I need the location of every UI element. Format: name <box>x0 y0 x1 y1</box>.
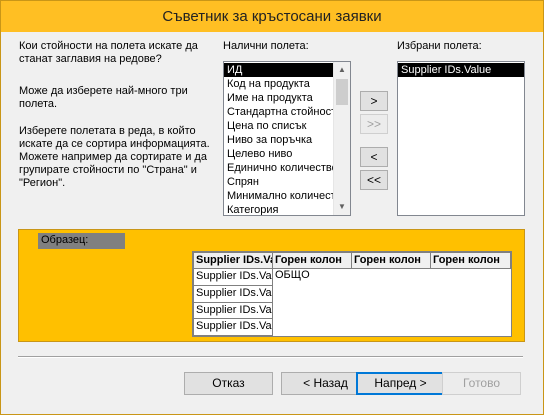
available-field-item[interactable]: Ниво за поръчка <box>224 133 333 147</box>
sample-preview: Образец: Supplier IDs.Value Горен колон … <box>18 229 525 342</box>
row-label-cell: Supplier IDs.Value <box>193 268 273 286</box>
available-field-item[interactable]: Стандартна стойност <box>224 105 333 119</box>
available-field-item[interactable]: Целево ниво <box>224 147 333 161</box>
window-title: Съветник за кръстосани заявки <box>162 8 382 25</box>
available-field-item[interactable]: Цена по списък <box>224 119 333 133</box>
scroll-thumb[interactable] <box>336 79 348 105</box>
available-field-item[interactable]: ИД <box>224 63 333 77</box>
column-header-cell: Горен колон <box>351 252 431 269</box>
available-field-item[interactable]: Минимално количество <box>224 189 333 203</box>
cancel-button[interactable]: Отказ <box>184 372 273 395</box>
available-field-item[interactable]: Категория <box>224 203 333 215</box>
available-field-item[interactable]: Единично количество <box>224 161 333 175</box>
total-label: ОБЩО <box>275 269 310 281</box>
footer-divider <box>18 356 523 358</box>
add-field-button[interactable]: > <box>360 91 388 111</box>
selected-fields-list[interactable]: Supplier IDs.Value <box>397 61 525 216</box>
remove-all-fields-button[interactable]: << <box>360 170 388 190</box>
hint-text: Може да изберете най-много три полета. <box>19 85 188 110</box>
row-header-cell: Supplier IDs.Value <box>193 252 273 269</box>
remove-field-button[interactable]: < <box>360 147 388 167</box>
row-label-cell: Supplier IDs.Value <box>193 285 273 303</box>
detail-text: Изберете полетата в реда, в който искате… <box>19 125 210 189</box>
selected-field-item[interactable]: Supplier IDs.Value <box>398 63 524 77</box>
available-field-item[interactable]: Код на продукта <box>224 77 333 91</box>
available-fields-scrollbar[interactable]: ▲ ▼ <box>333 62 350 215</box>
available-field-item[interactable]: Спрян <box>224 175 333 189</box>
add-all-fields-button[interactable]: >> <box>360 114 388 134</box>
row-label-cell: Supplier IDs.Value <box>193 302 273 319</box>
column-header-cell: Горен колон <box>272 252 352 269</box>
next-button[interactable]: Напред > <box>356 372 445 395</box>
sample-label: Образец: <box>38 233 125 249</box>
available-field-item[interactable]: Име на продукта <box>224 91 333 105</box>
scroll-down-icon[interactable]: ▼ <box>334 199 350 215</box>
available-fields-list[interactable]: ИД Код на продукта Име на продукта Стандарт… <box>223 61 351 216</box>
selected-fields-label: Избрани полета: <box>397 40 482 52</box>
question-text: Кои стойности на полета искате да станат… <box>19 40 198 65</box>
available-fields-label: Налични полета: <box>223 40 309 52</box>
scroll-up-icon[interactable]: ▲ <box>334 62 350 78</box>
row-label-cell: Supplier IDs.Value <box>193 318 273 336</box>
crosstab-wizard-dialog: Съветник за кръстосани заявки Кои стойно… <box>0 0 544 415</box>
finish-button[interactable]: Готово <box>442 372 521 395</box>
title-bar[interactable]: Съветник за кръстосани заявки <box>1 1 543 32</box>
column-header-cell: Горен колон <box>430 252 511 269</box>
sample-grid: Supplier IDs.Value Горен колон Горен кол… <box>192 251 512 337</box>
